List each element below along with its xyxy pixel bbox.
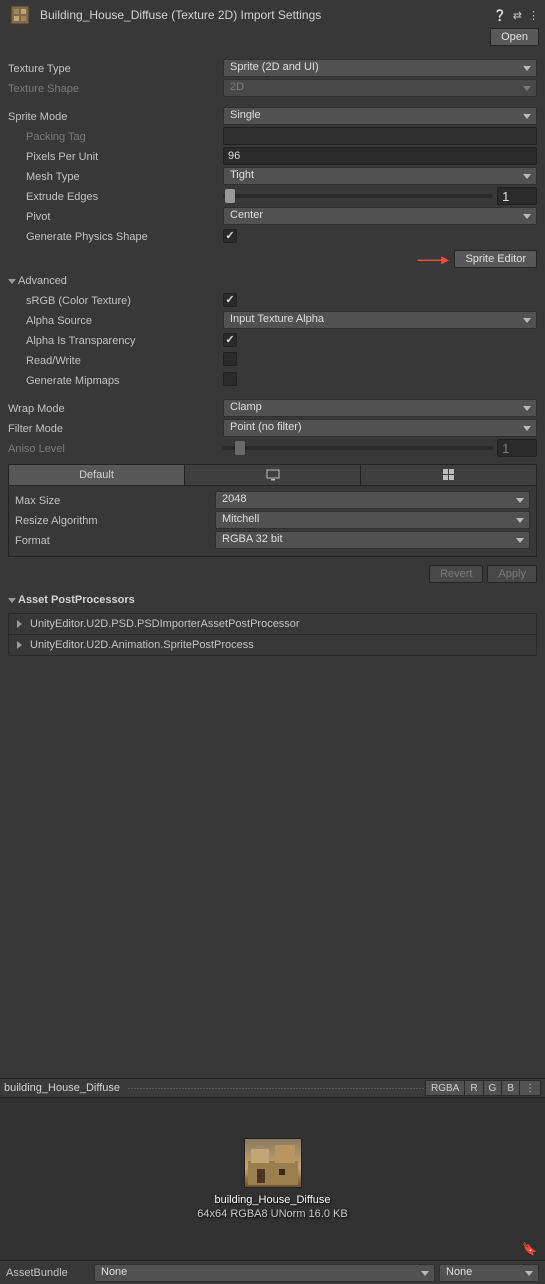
gen-physics-label: Generate Physics Shape <box>8 230 223 243</box>
preview-info: 64x64 RGBA8 UNorm 16.0 KB <box>197 1208 347 1220</box>
chevron-right-icon <box>17 641 22 649</box>
extrude-slider[interactable] <box>223 194 493 198</box>
extrude-value[interactable] <box>497 187 537 205</box>
platform-tab-windows[interactable] <box>361 465 536 485</box>
extrude-label: Extrude Edges <box>8 190 223 203</box>
assetbundle-label: AssetBundle <box>6 1267 94 1279</box>
mipmaps-label: Generate Mipmaps <box>8 374 223 387</box>
channel-b-button[interactable]: B <box>501 1080 520 1096</box>
chevron-down-icon <box>8 598 16 603</box>
apply-button[interactable]: Apply <box>487 565 537 583</box>
advanced-foldout[interactable]: Advanced <box>8 272 537 290</box>
srgb-checkbox[interactable] <box>223 293 237 307</box>
filter-mode-label: Filter Mode <box>8 422 223 435</box>
format-dropdown[interactable]: RGBA 32 bit <box>215 531 530 549</box>
resize-label: Resize Algorithm <box>15 514 215 527</box>
packing-tag-label: Packing Tag <box>8 130 223 143</box>
label-icon[interactable]: 🔖 <box>522 1242 537 1256</box>
aniso-value <box>497 439 537 457</box>
platform-tab-standalone[interactable] <box>185 465 361 485</box>
platform-tabs: Default <box>8 464 537 486</box>
alpha-source-label: Alpha Source <box>8 314 223 327</box>
format-label: Format <box>15 534 215 547</box>
resize-dropdown[interactable]: Mitchell <box>215 511 530 529</box>
menu-icon[interactable]: ⋮ <box>528 9 539 22</box>
preview-menu-button[interactable]: ⋮ <box>519 1080 541 1096</box>
sprite-mode-dropdown[interactable]: Single <box>223 107 537 125</box>
open-button[interactable]: Open <box>490 28 539 46</box>
preview-divider <box>128 1088 425 1089</box>
texture-asset-icon <box>6 1 34 29</box>
filter-mode-dropdown[interactable]: Point (no filter) <box>223 419 537 437</box>
maxsize-dropdown[interactable]: 2048 <box>215 491 530 509</box>
gen-physics-checkbox[interactable] <box>223 229 237 243</box>
slider-thumb <box>235 441 245 455</box>
aniso-label: Aniso Level <box>8 442 223 455</box>
mesh-type-dropdown[interactable]: Tight <box>223 167 537 185</box>
readwrite-checkbox[interactable] <box>223 352 237 366</box>
maxsize-label: Max Size <box>15 494 215 507</box>
srgb-label: sRGB (Color Texture) <box>8 294 223 307</box>
ppu-input[interactable] <box>223 147 537 165</box>
preview-title: building_House_Diffuse <box>4 1082 120 1094</box>
slider-thumb[interactable] <box>225 189 235 203</box>
wrap-mode-dropdown[interactable]: Clamp <box>223 399 537 417</box>
mesh-type-label: Mesh Type <box>8 170 223 183</box>
channel-r-button[interactable]: R <box>464 1080 483 1096</box>
preview-name: building_House_Diffuse <box>215 1194 331 1206</box>
ppu-label: Pixels Per Unit <box>8 150 223 163</box>
alpha-trans-label: Alpha Is Transparency <box>8 334 223 347</box>
pivot-dropdown[interactable]: Center <box>223 207 537 225</box>
texture-type-label: Texture Type <box>8 62 223 75</box>
texture-shape-dropdown: 2D <box>223 79 537 97</box>
postprocessors-foldout[interactable]: Asset PostProcessors <box>8 591 537 609</box>
arrow-annotation: ——▸ <box>417 251 446 268</box>
aniso-slider <box>223 446 493 450</box>
sprite-mode-label: Sprite Mode <box>8 110 223 123</box>
channel-g-button[interactable]: G <box>483 1080 503 1096</box>
texture-shape-label: Texture Shape <box>8 82 223 95</box>
presets-icon[interactable]: ⇄ <box>513 9 522 22</box>
revert-button[interactable]: Revert <box>429 565 483 583</box>
assetbundle-name-dropdown[interactable]: None <box>94 1264 435 1282</box>
window-title: Building_House_Diffuse (Texture 2D) Impo… <box>40 8 493 22</box>
postprocessor-item[interactable]: UnityEditor.U2D.Animation.SpritePostProc… <box>9 635 536 655</box>
wrap-mode-label: Wrap Mode <box>8 402 223 415</box>
platform-tab-default[interactable]: Default <box>9 465 185 485</box>
help-icon[interactable]: ❔ <box>493 9 507 22</box>
channel-rgba-button[interactable]: RGBA <box>425 1080 465 1096</box>
packing-tag-input[interactable] <box>223 127 537 145</box>
assetbundle-variant-dropdown[interactable]: None <box>439 1264 539 1282</box>
alpha-trans-checkbox[interactable] <box>223 333 237 347</box>
pivot-label: Pivot <box>8 210 223 223</box>
sprite-editor-button[interactable]: Sprite Editor <box>454 250 537 268</box>
preview-thumbnail <box>244 1138 302 1188</box>
readwrite-label: Read/Write <box>8 354 223 367</box>
mipmaps-checkbox[interactable] <box>223 372 237 386</box>
texture-type-dropdown[interactable]: Sprite (2D and UI) <box>223 59 537 77</box>
chevron-right-icon <box>17 620 22 628</box>
postprocessor-item[interactable]: UnityEditor.U2D.PSD.PSDImporterAssetPost… <box>9 614 536 635</box>
alpha-source-dropdown[interactable]: Input Texture Alpha <box>223 311 537 329</box>
chevron-down-icon <box>8 279 16 284</box>
